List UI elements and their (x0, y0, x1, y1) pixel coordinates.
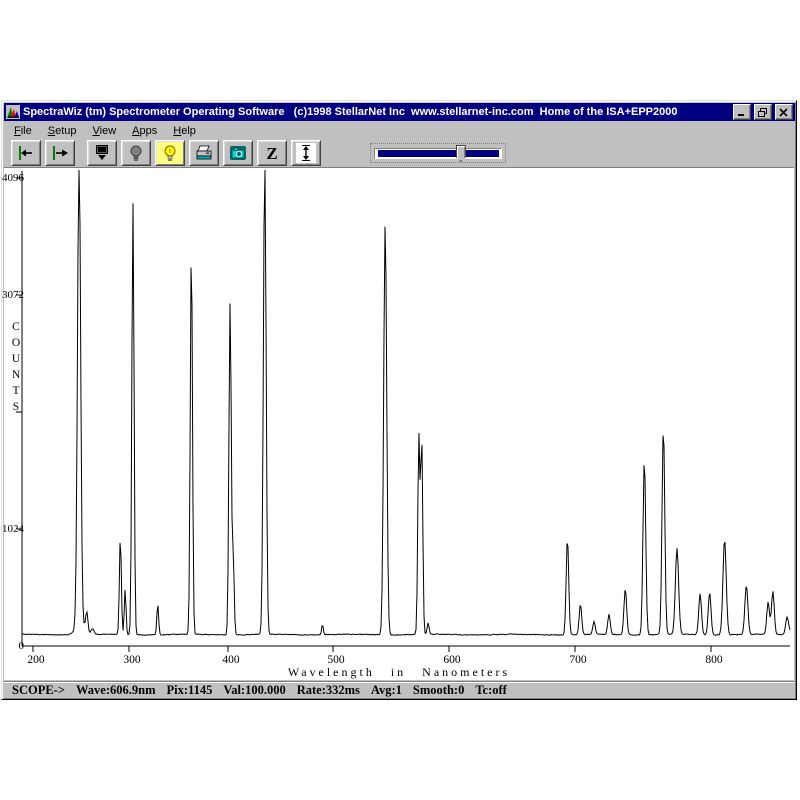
lamp-on-button[interactable] (155, 140, 185, 166)
print-button[interactable] (189, 140, 219, 166)
desktop: SpectraWiz (tm) Spectrometer Operating S… (0, 0, 800, 800)
spectrum-chart (4, 168, 794, 681)
arrow-left-to-bar-icon (16, 145, 36, 161)
lamp-off-button[interactable] (121, 140, 151, 166)
lightbulb-off-icon (127, 144, 145, 162)
spectrum-trace (22, 170, 790, 635)
y-tick-label: 3072 (2, 289, 24, 301)
menubar: File Setup View Apps Help (4, 122, 795, 139)
status-smooth: Smooth:0 (413, 683, 464, 698)
statusbar: SCOPE-> Wave:606.9nm Pix:1145 Val:100.00… (4, 681, 795, 698)
slider-fill (378, 150, 499, 157)
zoom-button[interactable]: Z (257, 140, 287, 166)
spectrum-plot-area[interactable]: 4096307210240 200300400500600700800 COUN… (4, 167, 794, 680)
capture-display-button[interactable] (87, 140, 117, 166)
y-tick-label: 0 (2, 640, 24, 652)
menu-view[interactable]: View (85, 123, 125, 139)
autoscale-button[interactable] (291, 140, 321, 166)
monitor-down-icon (92, 144, 112, 162)
status-avg: Avg:1 (371, 683, 402, 698)
slider-track[interactable] (374, 148, 502, 159)
status-mode: SCOPE-> (12, 683, 65, 698)
titlebar[interactable]: SpectraWiz (tm) Spectrometer Operating S… (4, 103, 795, 121)
printer-icon (194, 144, 214, 162)
arrow-right-from-bar-icon (50, 145, 70, 161)
status-rate: Rate:332ms (297, 683, 360, 698)
integration-time-slider[interactable] (370, 143, 506, 163)
y-tick-label: 1024 (2, 523, 24, 535)
lightbulb-on-icon (161, 144, 179, 162)
arrow-up-down-icon (296, 143, 316, 163)
scan-to-start-button[interactable] (11, 140, 41, 166)
menu-setup[interactable]: Setup (40, 123, 85, 139)
slider-thumb[interactable] (456, 145, 466, 162)
minimize-button[interactable] (733, 104, 751, 120)
letter-z-icon: Z (266, 145, 277, 162)
x-axis-title: Wavelength in Nanometers (4, 665, 794, 680)
menu-file[interactable]: File (6, 123, 40, 139)
status-val: Val:100.000 (223, 683, 285, 698)
close-button[interactable] (775, 104, 793, 120)
status-pix: Pix:1145 (166, 683, 212, 698)
menu-apps[interactable]: Apps (124, 123, 165, 139)
status-tc: Tc:off (475, 683, 506, 698)
menu-help[interactable]: Help (165, 123, 204, 139)
restore-button[interactable] (754, 104, 772, 120)
window-title: SpectraWiz (tm) Spectrometer Operating S… (23, 106, 730, 118)
y-tick-label: 4096 (2, 172, 24, 184)
app-icon (6, 105, 20, 119)
toolbar: Z (4, 139, 795, 167)
status-wave: Wave:606.9nm (76, 683, 156, 698)
snapshot-button[interactable] (223, 140, 253, 166)
y-axis-title: COUNTS (10, 321, 22, 417)
camera-icon (228, 144, 248, 162)
scan-forward-button[interactable] (45, 140, 75, 166)
